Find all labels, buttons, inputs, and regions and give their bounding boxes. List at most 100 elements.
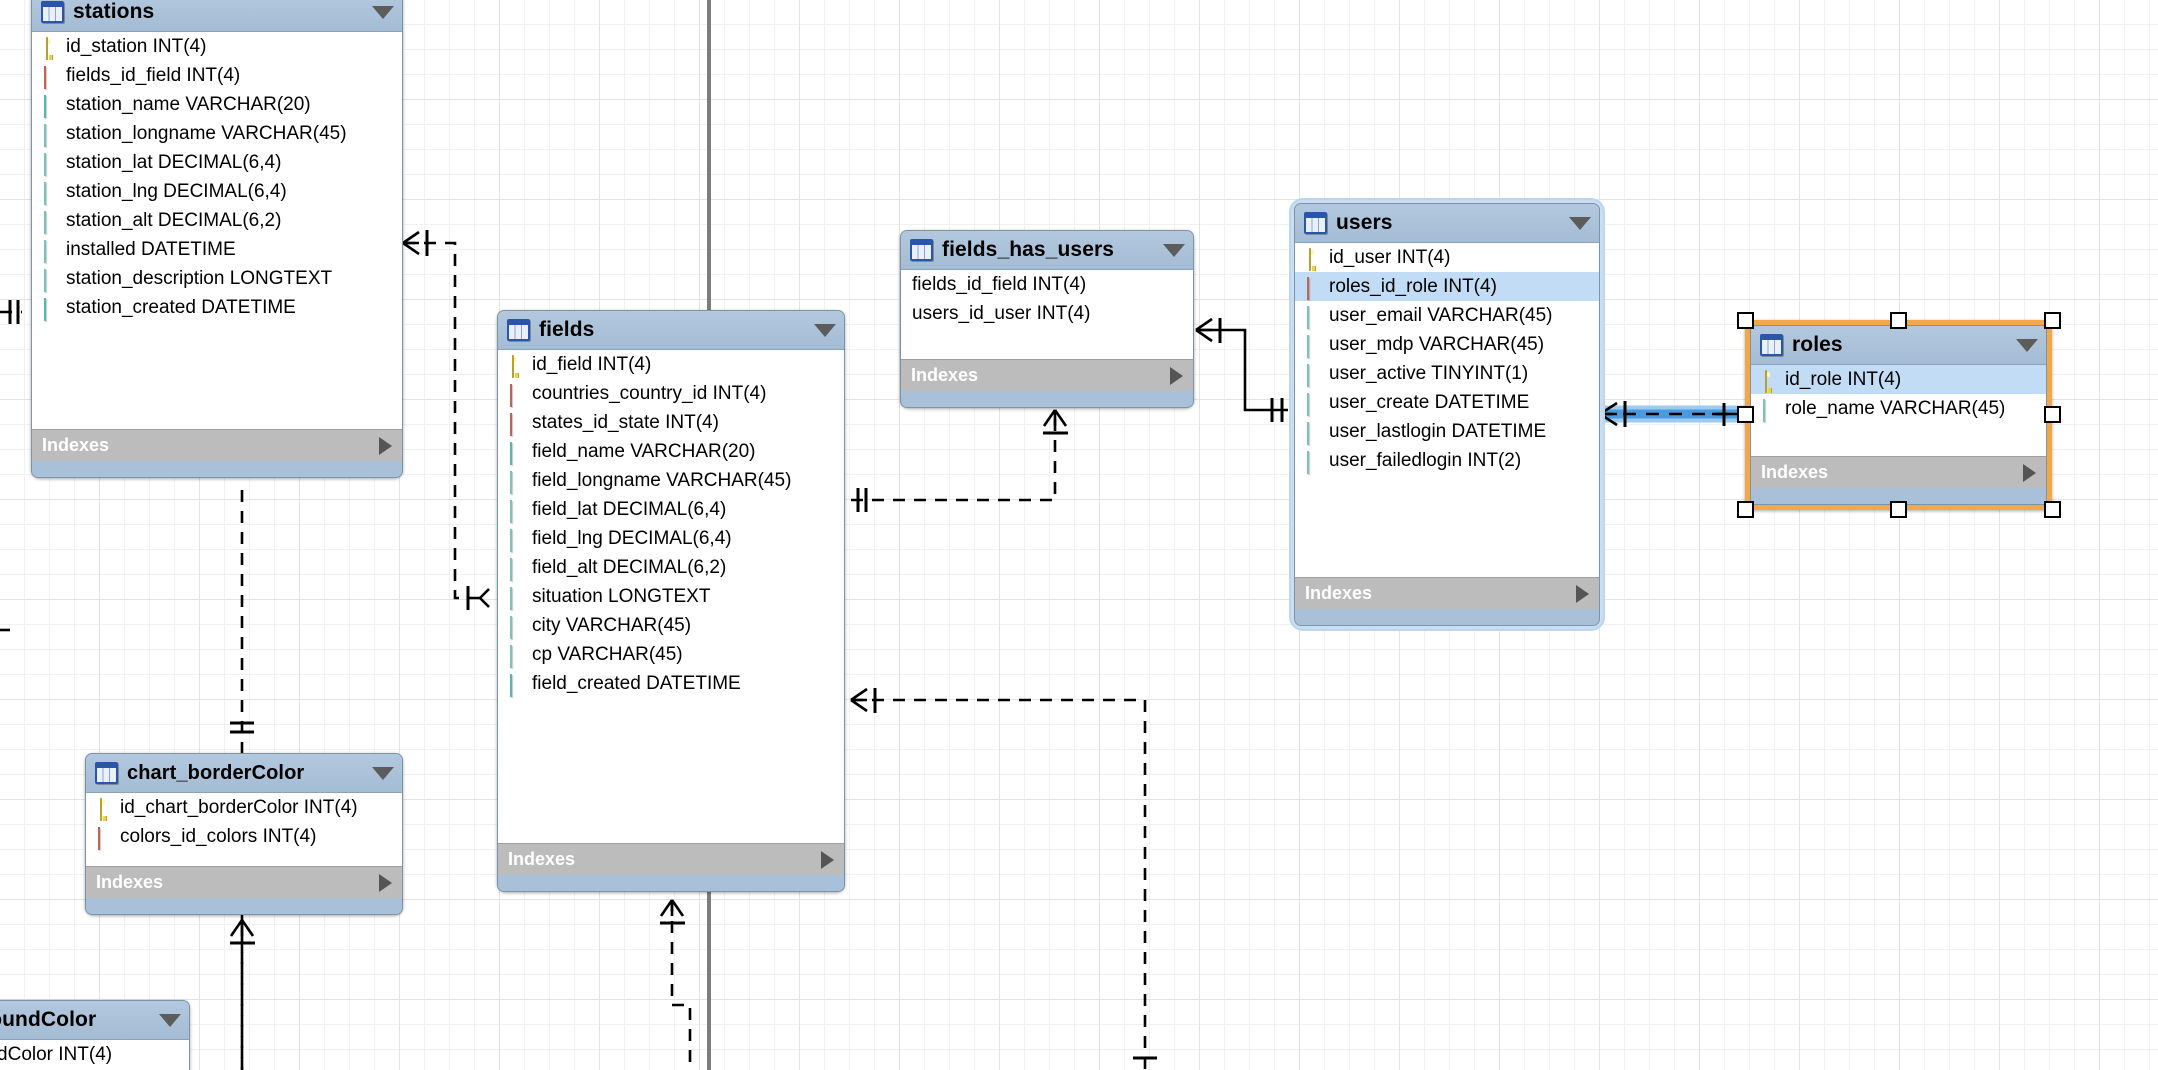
column-row[interactable]: field_name VARCHAR(20) (498, 437, 844, 466)
column-row[interactable]: user_active TINYINT(1) (1295, 359, 1599, 388)
column-row[interactable]: states_id_state INT(4) (498, 408, 844, 437)
column-row[interactable]: user_lastlogin DATETIME (1295, 417, 1599, 446)
column-row[interactable]: installed DATETIME (32, 235, 402, 264)
table-figure-stations[interactable]: stations id_station INT(4) fields_id_fie… (31, 0, 403, 478)
column-row[interactable]: station_created DATETIME (32, 293, 402, 322)
column-label: user_email VARCHAR(45) (1329, 304, 1553, 326)
table-header-fields-has-users[interactable]: fields_has_users (901, 231, 1193, 270)
table-figure-chart-bordercolor[interactable]: chart_borderColor id_chart_borderColor I… (85, 753, 403, 915)
indexes-label: Indexes (1305, 583, 1373, 603)
resize-handle-ne[interactable] (2044, 312, 2061, 329)
column-label: city VARCHAR(45) (532, 614, 692, 636)
resize-handle-se[interactable] (2044, 501, 2061, 518)
column-row-selected[interactable]: id_role INT(4) (1751, 365, 2046, 394)
red-diamond-icon (42, 66, 59, 89)
resize-handle-e[interactable] (2044, 406, 2061, 423)
chevron-down-icon[interactable] (372, 5, 394, 19)
chevron-right-icon[interactable] (379, 873, 392, 892)
table-name: fields (539, 318, 595, 341)
column-label: colors_id_colors INT(4) (120, 825, 317, 847)
eer-diagram-canvas[interactable]: stations id_station INT(4) fields_id_fie… (0, 0, 2158, 1070)
column-row[interactable]: fields_id_field INT(4) (32, 61, 402, 90)
column-label: station_description LONGTEXT (66, 267, 333, 289)
chevron-down-icon[interactable] (2016, 338, 2038, 352)
column-row[interactable]: station_name VARCHAR(20) (32, 90, 402, 119)
table-header-stations[interactable]: stations (32, 0, 402, 32)
table-figure-users[interactable]: users id_user INT(4) roles_id_role INT(4… (1294, 203, 1600, 626)
indexes-bar[interactable]: Indexes (32, 429, 402, 461)
chevron-down-icon[interactable] (159, 1013, 181, 1027)
column-label: user_failedlogin INT(2) (1329, 449, 1522, 471)
column-row[interactable]: id_user INT(4) (1295, 243, 1599, 272)
column-row[interactable]: user_failedlogin INT(2) (1295, 446, 1599, 475)
indexes-bar[interactable]: Indexes (86, 866, 402, 898)
column-row[interactable]: field_longname VARCHAR(45) (498, 466, 844, 495)
table-header-fields[interactable]: fields (498, 311, 844, 350)
indexes-bar[interactable]: Indexes (1295, 577, 1599, 609)
column-row[interactable]: users_id_user INT(4) (901, 299, 1193, 328)
column-list: id_role INT(4) role_name VARCHAR(45) (1751, 365, 2046, 456)
column-row[interactable]: field_lng DECIMAL(6,4) (498, 524, 844, 553)
column-label: situation LONGTEXT (532, 585, 711, 607)
indexes-bar[interactable]: Indexes (498, 843, 844, 875)
column-row[interactable]: cp VARCHAR(45) (498, 640, 844, 669)
column-row[interactable]: role_name VARCHAR(45) (1751, 394, 2046, 423)
chevron-down-icon[interactable] (1163, 243, 1185, 257)
column-row[interactable]: user_create DATETIME (1295, 388, 1599, 417)
cyan-filled-diamond-icon (508, 674, 525, 697)
column-row[interactable]: field_created DATETIME (498, 669, 844, 698)
column-row[interactable]: id_station INT(4) (32, 32, 402, 61)
chevron-right-icon[interactable] (2023, 463, 2036, 482)
column-row[interactable]: station_alt DECIMAL(6,2) (32, 206, 402, 235)
table-header-roles[interactable]: roles (1751, 326, 2046, 365)
column-row[interactable]: colors_id_colors INT(4) (86, 822, 402, 851)
column-row[interactable]: field_lat DECIMAL(6,4) (498, 495, 844, 524)
cyan-hollow-diamond-icon (42, 124, 59, 147)
column-row[interactable]: situation LONGTEXT (498, 582, 844, 611)
column-row[interactable]: countries_country_id INT(4) (498, 379, 844, 408)
cyan-hollow-diamond-icon (42, 240, 59, 263)
column-label: fields_id_field INT(4) (66, 64, 241, 86)
cyan-filled-diamond-icon (508, 442, 525, 465)
table-header-chart-bordercolor[interactable]: chart_borderColor (86, 754, 402, 793)
column-row[interactable]: field_alt DECIMAL(6,2) (498, 553, 844, 582)
chevron-down-icon[interactable] (814, 323, 836, 337)
chevron-right-icon[interactable] (1576, 584, 1589, 603)
column-row[interactable]: roundColor INT(4) (0, 1040, 189, 1069)
indexes-label: Indexes (508, 849, 576, 869)
column-list: roundColor INT(4) (0, 1040, 189, 1070)
column-label: states_id_state INT(4) (532, 411, 719, 433)
resize-handle-s[interactable] (1890, 501, 1907, 518)
indexes-bar[interactable]: Indexes (1751, 456, 2046, 488)
column-label: field_longname VARCHAR(45) (532, 469, 792, 491)
column-row-selected[interactable]: roles_id_role INT(4) (1295, 272, 1599, 301)
column-row[interactable]: station_longname VARCHAR(45) (32, 119, 402, 148)
column-row[interactable]: station_lng DECIMAL(6,4) (32, 177, 402, 206)
column-row[interactable]: fields_id_field INT(4) (901, 270, 1193, 299)
table-header-chart-backgroundcolor[interactable]: groundColor (0, 1001, 189, 1040)
table-figure-fields[interactable]: fields id_field INT(4) countries_country… (497, 310, 845, 892)
table-figure-roles[interactable]: roles id_role INT(4) role_name VARCHAR(4… (1745, 320, 2052, 510)
column-row[interactable]: id_field INT(4) (498, 350, 844, 379)
chevron-right-icon[interactable] (1170, 366, 1183, 385)
chevron-down-icon[interactable] (372, 766, 394, 780)
column-row[interactable]: id_chart_borderColor INT(4) (86, 793, 402, 822)
indexes-bar[interactable]: Indexes (901, 359, 1193, 391)
table-header-users[interactable]: users (1295, 204, 1599, 243)
table-figure-fields-has-users[interactable]: fields_has_users fields_id_field INT(4) … (900, 230, 1194, 408)
cyan-filled-diamond-icon (42, 95, 59, 118)
chevron-down-icon[interactable] (1569, 216, 1591, 230)
column-row[interactable]: station_lat DECIMAL(6,4) (32, 148, 402, 177)
resize-handle-w[interactable] (1737, 406, 1754, 423)
column-row[interactable]: user_mdp VARCHAR(45) (1295, 330, 1599, 359)
cyan-hollow-diamond-icon (1305, 422, 1322, 445)
resize-handle-n[interactable] (1890, 312, 1907, 329)
column-row[interactable]: user_email VARCHAR(45) (1295, 301, 1599, 330)
resize-handle-sw[interactable] (1737, 501, 1754, 518)
column-row[interactable]: station_description LONGTEXT (32, 264, 402, 293)
table-figure-chart-backgroundcolor[interactable]: groundColor roundColor INT(4) (0, 1000, 190, 1070)
resize-handle-nw[interactable] (1737, 312, 1754, 329)
chevron-right-icon[interactable] (379, 436, 392, 455)
column-row[interactable]: city VARCHAR(45) (498, 611, 844, 640)
chevron-right-icon[interactable] (821, 850, 834, 869)
